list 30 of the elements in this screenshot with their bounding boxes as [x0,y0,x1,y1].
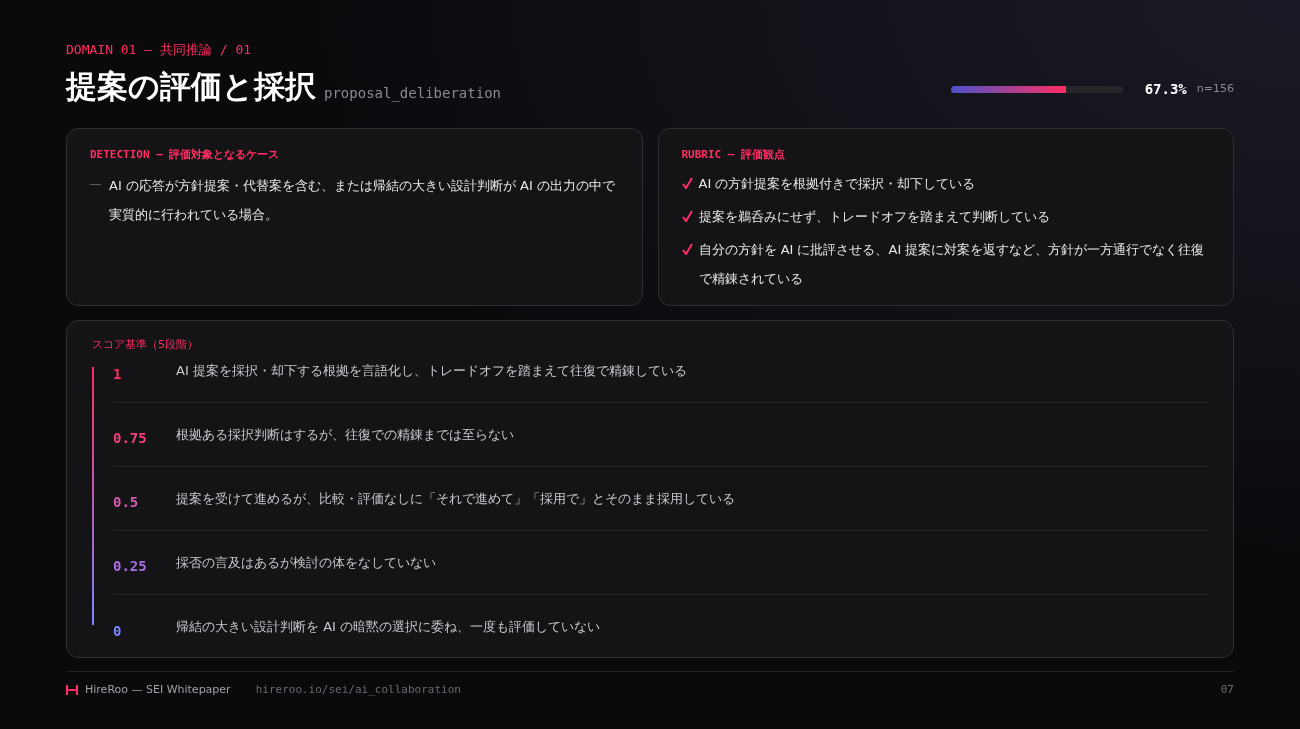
score-description: 採否の言及はあるが検討の体をなしていない [176,553,436,572]
score-value: 1 [113,365,123,384]
score-description: 帰結の大きい設計判断を AI の暗黙の選択に委ね、一度も評価していない [176,618,600,637]
rubric-item: 自分の方針を AI に批評させる、AI 提案に対案を返すなど、方針が一方通行でなく往復で精錬されている [698,241,1206,288]
detection-text: AI の応答が方針提案・代替案を含む、または帰結の大きい設計判断が AI の出力の中で実質的に行われている場合。 [109,177,616,224]
card-heading: スコア基準（5段階） [92,336,199,353]
score-description: 提案を受けて進めるが、比較・評価なしに「それで進めて」「採用で」とそのまま採用している [176,489,735,508]
section-eyebrow: DOMAIN 01 — 共同推論 / 01 [66,41,253,59]
score-value: 0 [113,621,123,641]
page-number: 07 [1220,681,1234,698]
dash-icon [90,184,101,185]
logo-icon [66,685,78,695]
score-percent: 67.3% [1144,79,1187,99]
footer-url: hireroo.io/sei/ai_collaboration [255,681,461,698]
sample-count: n=156 [1196,80,1234,97]
check-icon [681,243,693,255]
footer-brand: HireRoo — SEI Whitepaper [85,681,231,698]
rubric-item: AI の方針提案を根拠付きで採択・却下している [698,175,976,193]
check-icon [681,177,693,189]
card-heading: RUBRIC — 評価観点 [681,146,787,163]
page-slug: proposal_deliberation [324,83,501,104]
rubric-item: 提案を鵜呑みにせず、トレードオフを踏まえて判断している [698,208,1050,226]
score-value: 0.5 [113,493,140,512]
score-value: 0.75 [113,429,148,448]
card-heading: DETECTION — 評価対象となるケース [90,146,281,163]
page-title: 提案の評価と採択 [66,66,316,106]
score-description: 根拠ある採択判断はするが、往復での精錬までは至らない [176,425,514,444]
score-value: 0.25 [113,557,148,576]
check-icon [681,210,693,222]
score-description: AI 提案を採択・却下する根拠を言語化し、トレードオフを踏まえて往復で精錬している [176,361,687,380]
